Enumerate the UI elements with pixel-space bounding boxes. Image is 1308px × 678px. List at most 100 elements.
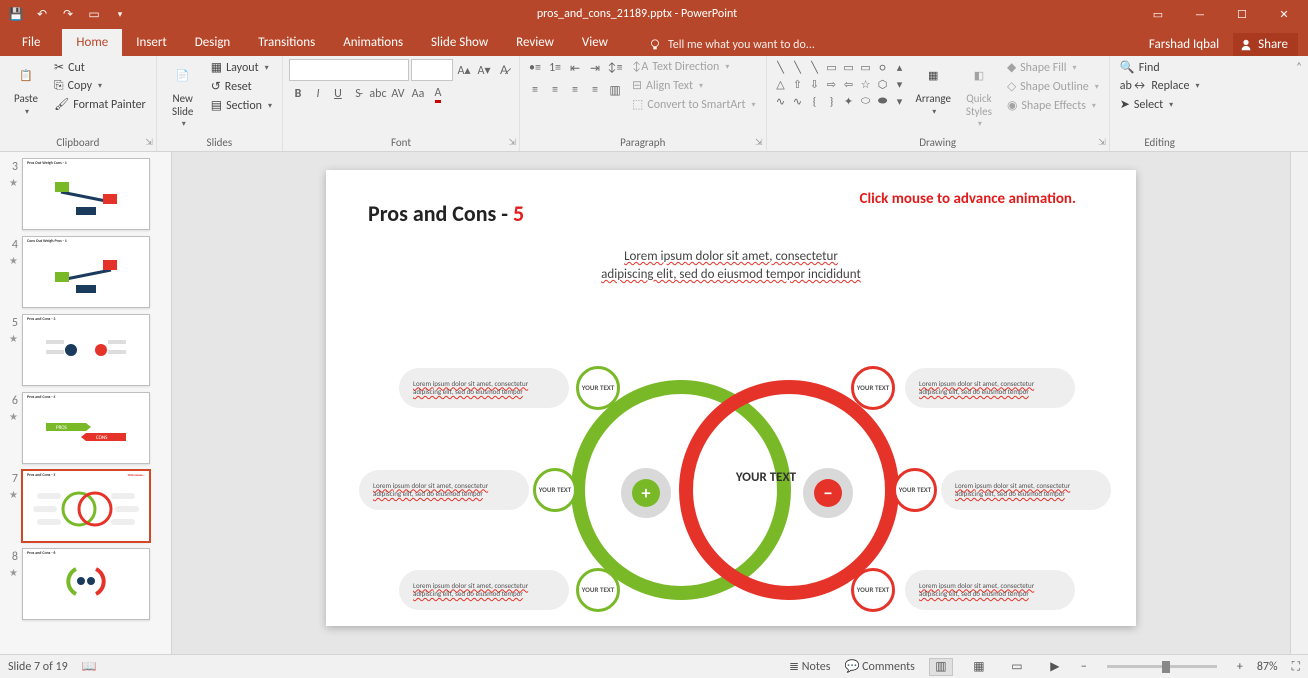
decrease-indent-icon[interactable]: ⇤	[566, 59, 584, 77]
thumbnail-3[interactable]: 3★Pros Out Weigh Cons - 1	[4, 158, 171, 230]
cons-node-2[interactable]: YOUR TEXT	[893, 468, 937, 512]
gallery-expand-icon[interactable]: ▾	[892, 93, 908, 109]
shape-poly-icon[interactable]: ⬡	[875, 76, 891, 92]
animation-hint[interactable]: Click mouse to advance animation.	[860, 190, 1076, 208]
shapes-gallery[interactable]: ╲╲╲▭▭▭○▴ △⇧⇩⇨⇦☆⬡▾ ∿∿{}✦⬭⬬▾	[773, 59, 908, 109]
shape-outline-button[interactable]: ◇Shape Outline▾	[1003, 78, 1103, 95]
zoom-level[interactable]: 87%	[1257, 660, 1278, 674]
bold-icon[interactable]: B	[289, 85, 307, 103]
zoom-slider-thumb[interactable]	[1162, 661, 1170, 673]
line-spacing-icon[interactable]: ↕≡	[606, 59, 624, 77]
shape-callout-icon[interactable]: ⬬	[875, 93, 891, 109]
thumbnail-8[interactable]: 8★Pros and Cons - 6	[4, 548, 171, 620]
align-left-icon[interactable]: ≡	[526, 81, 544, 99]
decrease-font-icon[interactable]: A▾	[475, 61, 493, 79]
normal-view-icon[interactable]: ▥	[929, 658, 953, 676]
dialog-launcher-icon[interactable]: ⇲	[1098, 137, 1106, 148]
pros-node-3[interactable]: YOUR TEXT	[576, 568, 620, 612]
thumbnail-4[interactable]: 4★Cons Out Weigh Pros - 1	[4, 236, 171, 308]
shape-arrow-icon[interactable]: ⇨	[824, 76, 840, 92]
new-slide-button[interactable]: 📄 New Slide ▾	[163, 59, 203, 131]
shape-arrow-icon[interactable]: ⇩	[807, 76, 823, 92]
tab-slide-show[interactable]: Slide Show	[417, 29, 502, 56]
pros-pill-3[interactable]: Lorem ipsum dolor sit amet, consectetur …	[399, 570, 569, 610]
cons-pill-1[interactable]: Lorem ipsum dolor sit amet, consectetur …	[905, 368, 1075, 408]
qat-customize-icon[interactable]: ▾	[112, 6, 128, 22]
align-right-icon[interactable]: ≡	[566, 81, 584, 99]
change-case-icon[interactable]: Aa	[409, 85, 427, 103]
maximize-button[interactable]: ☐	[1222, 0, 1262, 28]
layout-button[interactable]: ▦Layout▾	[207, 59, 276, 76]
find-button[interactable]: 🔍Find	[1116, 59, 1204, 76]
italic-icon[interactable]: I	[309, 85, 327, 103]
quick-styles-button[interactable]: ◧Quick Styles▾	[959, 59, 999, 131]
pros-pill-1[interactable]: Lorem ipsum dolor sit amet, consectetur …	[399, 368, 569, 408]
shape-arrow-icon[interactable]: ⇦	[841, 76, 857, 92]
char-spacing-icon[interactable]: AV	[389, 85, 407, 103]
font-color-icon[interactable]: A	[429, 85, 447, 103]
tab-review[interactable]: Review	[502, 29, 568, 56]
cons-node-3[interactable]: YOUR TEXT	[851, 568, 895, 612]
shape-oval-icon[interactable]: ○	[875, 59, 891, 75]
arrange-button[interactable]: ▦Arrange▾	[912, 59, 955, 119]
redo-icon[interactable]: ↷	[60, 6, 76, 22]
ribbon-display-icon[interactable]: ▭	[1138, 0, 1178, 28]
venn-diagram[interactable]: Lorem ipsum dolor sit amet, consectetur …	[381, 370, 1081, 620]
notes-button[interactable]: ≣ Notes	[789, 659, 830, 674]
fit-to-window-icon[interactable]: ⛶	[1292, 660, 1300, 674]
collapse-ribbon-icon[interactable]: ˄	[1290, 56, 1308, 151]
shape-arrow-icon[interactable]: ⇧	[790, 76, 806, 92]
slide-sorter-icon[interactable]: ▦	[967, 658, 991, 676]
shape-rect-icon[interactable]: ▭	[858, 59, 874, 75]
gallery-more-icon[interactable]: ▴	[892, 59, 908, 75]
clear-formatting-icon[interactable]: A̷	[495, 61, 513, 79]
shape-curve-icon[interactable]: ∿	[773, 93, 789, 109]
close-button[interactable]: ✕	[1264, 0, 1304, 28]
align-text-button[interactable]: ⊟Align Text▾	[628, 77, 760, 94]
vertical-scrollbar[interactable]	[1290, 152, 1308, 654]
underline-icon[interactable]: U	[329, 85, 347, 103]
tab-file[interactable]: File	[0, 29, 62, 56]
cons-ring[interactable]	[679, 380, 899, 600]
font-size-combo[interactable]	[411, 59, 453, 81]
select-button[interactable]: ➤Select▾	[1116, 96, 1204, 113]
tab-animations[interactable]: Animations	[329, 29, 417, 56]
shape-tri-icon[interactable]: △	[773, 76, 789, 92]
minimize-button[interactable]: —	[1180, 0, 1220, 28]
save-icon[interactable]: 💾	[8, 6, 24, 22]
shape-fill-button[interactable]: ◆Shape Fill▾	[1003, 59, 1103, 76]
text-direction-button[interactable]: ↕AText Direction▾	[628, 59, 760, 75]
share-button[interactable]: Share	[1233, 33, 1298, 56]
dialog-launcher-icon[interactable]: ⇲	[145, 137, 153, 148]
slide-counter[interactable]: Slide 7 of 19	[8, 660, 68, 674]
shadow-icon[interactable]: abc	[369, 85, 387, 103]
strikethrough-icon[interactable]: S̶	[349, 85, 367, 103]
shape-line-icon[interactable]: ╲	[807, 59, 823, 75]
reading-view-icon[interactable]: ▭	[1005, 658, 1029, 676]
thumbnail-5[interactable]: 5★Pros and Cons - 3	[4, 314, 171, 386]
zoom-in-button[interactable]: +	[1237, 660, 1243, 674]
align-center-icon[interactable]: ≡	[546, 81, 564, 99]
tab-design[interactable]: Design	[181, 29, 244, 56]
convert-smartart-button[interactable]: ⬚Convert to SmartArt▾	[628, 96, 760, 113]
section-button[interactable]: ▤Section▾	[207, 97, 276, 114]
thumbnail-7[interactable]: 7★Pros and Cons - 5Click mouse...	[4, 470, 171, 542]
start-from-beginning-icon[interactable]: ▭	[86, 6, 102, 22]
font-family-combo[interactable]	[289, 59, 409, 81]
slide-thumbnail-panel[interactable]: 3★Pros Out Weigh Cons - 1 4★Cons Out Wei…	[0, 152, 172, 654]
undo-icon[interactable]: ↶	[34, 6, 50, 22]
comments-button[interactable]: 💬 Comments	[844, 659, 914, 674]
shape-effects-button[interactable]: ◉Shape Effects▾	[1003, 97, 1103, 114]
slide-editor[interactable]: Pros and Cons - 5 Click mouse to advance…	[172, 152, 1290, 654]
shape-brace-icon[interactable]: {	[807, 93, 823, 109]
tell-me-search[interactable]: Tell me what you want to do...	[640, 34, 823, 56]
center-text[interactable]: YOUR TEXT	[721, 470, 811, 486]
increase-indent-icon[interactable]: ⇥	[586, 59, 604, 77]
user-name[interactable]: Farshad Iqbal	[1149, 37, 1219, 52]
shape-line-icon[interactable]: ╲	[790, 59, 806, 75]
shape-rect-icon[interactable]: ▭	[824, 59, 840, 75]
zoom-slider[interactable]	[1107, 665, 1217, 668]
reset-button[interactable]: ↺Reset	[207, 78, 276, 95]
copy-button[interactable]: ⎘Copy▾	[50, 78, 150, 94]
justify-icon[interactable]: ≡	[586, 81, 604, 99]
